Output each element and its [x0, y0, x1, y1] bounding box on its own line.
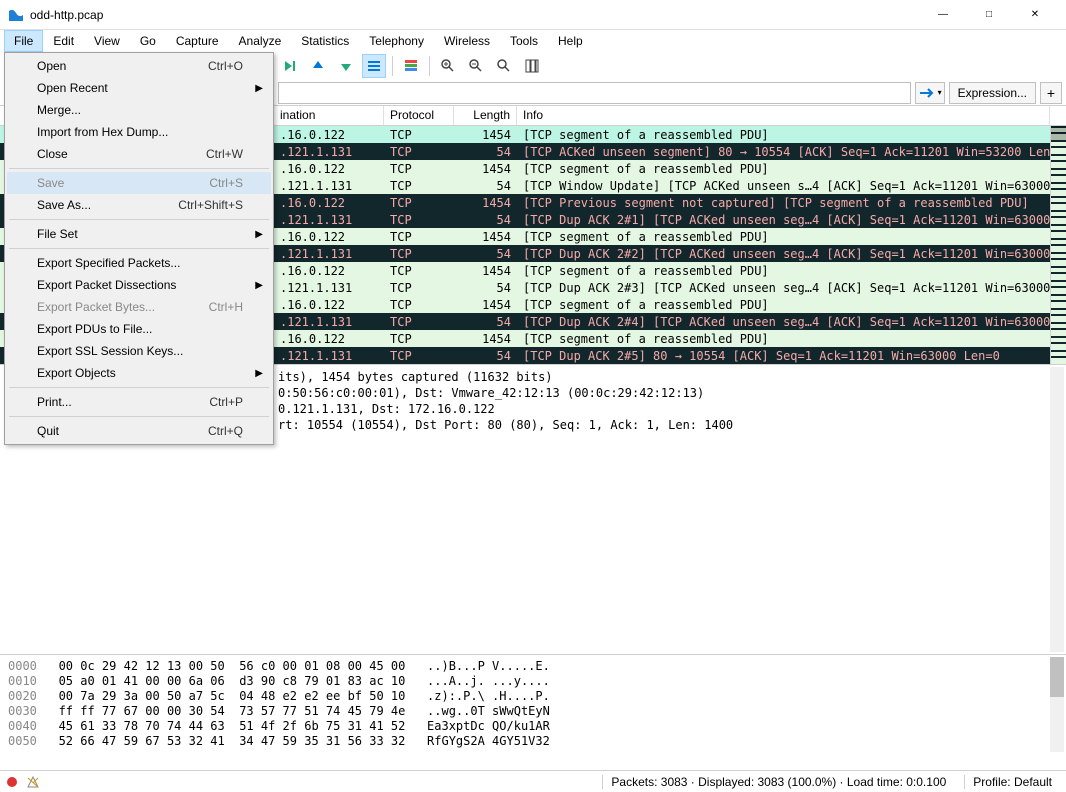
submenu-arrow-icon: ▶	[255, 280, 263, 291]
go-down-icon[interactable]	[334, 54, 358, 78]
menu-go[interactable]: Go	[130, 30, 166, 52]
file-menu-export-packet-dissections[interactable]: Export Packet Dissections▶	[7, 274, 271, 296]
status-profile[interactable]: Profile: Default	[964, 775, 1060, 789]
colorize-icon[interactable]	[399, 54, 423, 78]
file-menu-close[interactable]: CloseCtrl+W	[7, 143, 271, 165]
file-menu-export-packet-bytes: Export Packet Bytes...Ctrl+H	[7, 296, 271, 318]
hex-line[interactable]: 0020 00 7a 29 3a 00 50 a7 5c 04 48 e2 e2…	[8, 689, 1058, 704]
menu-help[interactable]: Help	[548, 30, 593, 52]
zoom-out-icon[interactable]	[464, 54, 488, 78]
go-last-icon[interactable]	[278, 54, 302, 78]
wireshark-icon	[8, 7, 24, 23]
add-filter-button[interactable]: +	[1040, 82, 1062, 104]
details-scrollbar[interactable]	[1050, 367, 1064, 652]
file-menu-print[interactable]: Print...Ctrl+P	[7, 391, 271, 413]
menu-tools[interactable]: Tools	[500, 30, 548, 52]
menu-wireless[interactable]: Wireless	[434, 30, 500, 52]
capture-indicator-icon[interactable]	[6, 776, 18, 788]
file-menu-file-set[interactable]: File Set▶	[7, 223, 271, 245]
file-menu-save: SaveCtrl+S	[7, 172, 271, 194]
status-bar: Packets: 3083 · Displayed: 3083 (100.0%)…	[0, 770, 1066, 792]
menu-analyze[interactable]: Analyze	[229, 30, 292, 52]
file-menu-dropdown: OpenCtrl+OOpen Recent▶Merge...Import fro…	[4, 52, 274, 445]
submenu-arrow-icon: ▶	[255, 229, 263, 240]
file-menu-quit[interactable]: QuitCtrl+Q	[7, 420, 271, 442]
hex-line[interactable]: 0000 00 0c 29 42 12 13 00 50 56 c0 00 01…	[8, 659, 1058, 674]
submenu-arrow-icon: ▶	[255, 368, 263, 379]
close-button[interactable]: ✕	[1012, 0, 1058, 30]
display-filter-input[interactable]	[278, 82, 911, 104]
submenu-arrow-icon: ▶	[255, 83, 263, 94]
packet-list-scrollbar[interactable]	[1050, 126, 1066, 364]
column-protocol[interactable]: Protocol	[384, 106, 454, 125]
column-destination[interactable]: ination	[274, 106, 384, 125]
menu-capture[interactable]: Capture	[166, 30, 229, 52]
file-menu-open-recent[interactable]: Open Recent▶	[7, 77, 271, 99]
status-packets: Packets: 3083 · Displayed: 3083 (100.0%)…	[602, 775, 954, 789]
menu-edit[interactable]: Edit	[43, 30, 84, 52]
resize-columns-icon[interactable]	[520, 54, 544, 78]
menu-file[interactable]: File	[4, 30, 43, 52]
menu-telephony[interactable]: Telephony	[359, 30, 434, 52]
expression-button[interactable]: Expression...	[949, 82, 1036, 104]
hex-line[interactable]: 0050 52 66 47 59 67 53 32 41 34 47 59 35…	[8, 734, 1058, 749]
hex-line[interactable]: 0010 05 a0 01 41 00 00 6a 06 d3 90 c8 79…	[8, 674, 1058, 689]
file-menu-import-from-hex-dump[interactable]: Import from Hex Dump...	[7, 121, 271, 143]
column-info[interactable]: Info	[517, 106, 1050, 125]
zoom-reset-icon[interactable]	[492, 54, 516, 78]
hex-line[interactable]: 0040 45 61 33 78 70 74 44 63 51 4f 2f 6b…	[8, 719, 1058, 734]
autoscroll-icon[interactable]	[362, 54, 386, 78]
file-menu-export-ssl-session-keys[interactable]: Export SSL Session Keys...	[7, 340, 271, 362]
zoom-in-icon[interactable]	[436, 54, 460, 78]
titlebar: odd-http.pcap — □ ✕	[0, 0, 1066, 30]
hex-line[interactable]: 0030 ff ff 77 67 00 00 30 54 73 57 77 51…	[8, 704, 1058, 719]
hex-scrollbar[interactable]	[1050, 657, 1064, 752]
menu-view[interactable]: View	[84, 30, 130, 52]
packet-bytes-pane[interactable]: 0000 00 0c 29 42 12 13 00 50 56 c0 00 01…	[0, 654, 1066, 754]
file-menu-save-as[interactable]: Save As...Ctrl+Shift+S	[7, 194, 271, 216]
window-title: odd-http.pcap	[30, 8, 920, 22]
file-menu-merge[interactable]: Merge...	[7, 99, 271, 121]
minimize-button[interactable]: —	[920, 0, 966, 30]
expert-info-icon[interactable]	[26, 775, 40, 789]
column-length[interactable]: Length	[454, 106, 517, 125]
maximize-button[interactable]: □	[966, 0, 1012, 30]
file-menu-open[interactable]: OpenCtrl+O	[7, 55, 271, 77]
file-menu-export-specified-packets[interactable]: Export Specified Packets...	[7, 252, 271, 274]
apply-filter-button[interactable]: ▾	[915, 82, 945, 104]
menu-statistics[interactable]: Statistics	[291, 30, 359, 52]
file-menu-export-pdus-to-file[interactable]: Export PDUs to File...	[7, 318, 271, 340]
go-up-icon[interactable]	[306, 54, 330, 78]
menubar: FileEditViewGoCaptureAnalyzeStatisticsTe…	[0, 30, 1066, 52]
file-menu-export-objects[interactable]: Export Objects▶	[7, 362, 271, 384]
